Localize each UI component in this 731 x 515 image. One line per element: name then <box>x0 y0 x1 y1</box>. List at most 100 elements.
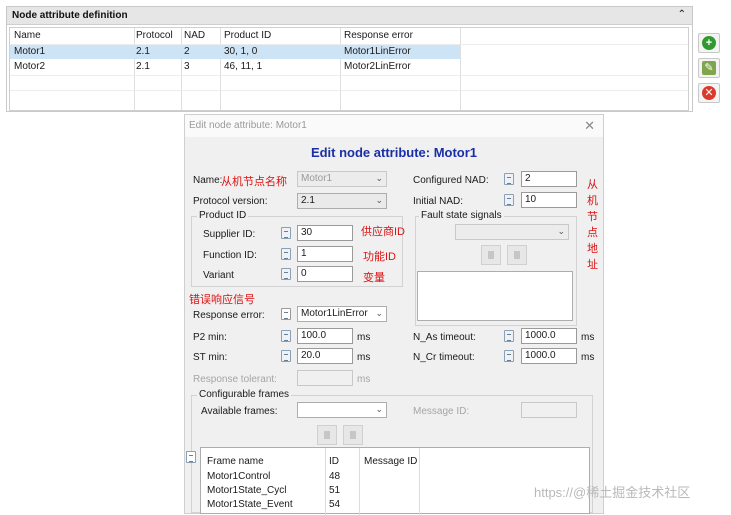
calculator-icon[interactable] <box>504 330 514 342</box>
cell-nad: 2 <box>184 46 190 57</box>
table-row[interactable]: Motor1 2.1 2 30, 1, 0 Motor1LinError <box>10 45 460 59</box>
st-min-input[interactable]: 20.0 <box>297 348 353 364</box>
remove-frame-button[interactable] <box>343 425 363 445</box>
panel-header: Node attribute definition ⌃ <box>7 7 692 25</box>
add-frame-button[interactable] <box>317 425 337 445</box>
table-row[interactable]: Motor1Control 48 <box>201 469 589 483</box>
function-annotation: 功能ID <box>363 251 396 263</box>
delete-icon: ✕ <box>702 86 716 100</box>
initial-nad-label: Initial NAD: <box>413 196 464 207</box>
edit-icon: ✎ <box>702 61 716 75</box>
message-id-input[interactable] <box>521 402 577 418</box>
configured-nad-input[interactable]: 2 <box>521 171 577 187</box>
frame-header-name[interactable]: Frame name <box>207 456 264 467</box>
protocol-select[interactable]: 2.1 ⌄ <box>297 193 387 209</box>
edit-button[interactable]: ✎ <box>698 58 720 78</box>
add-button[interactable]: + <box>698 33 720 53</box>
frame-name: Motor1Control <box>207 471 271 482</box>
n-cr-unit: ms <box>581 352 595 363</box>
cell-response-error: Motor1LinError <box>344 46 411 57</box>
response-error-select[interactable]: Motor1LinError ⌄ <box>297 306 387 322</box>
column-header-name[interactable]: Name <box>14 30 41 41</box>
table-row[interactable]: Motor1State_Cycl 51 <box>201 483 589 497</box>
dialog-heading: Edit node attribute: Motor1 <box>310 145 478 160</box>
n-cr-timeout-label: N_Cr timeout: <box>413 352 475 363</box>
message-id-label: Message ID: <box>413 406 470 417</box>
cell-name: Motor1 <box>14 46 46 57</box>
calculator-icon[interactable] <box>504 173 514 185</box>
calculator-icon[interactable] <box>281 227 291 239</box>
node-attribute-panel: Node attribute definition ⌃ Name Protoco… <box>6 6 693 112</box>
supplier-id-label: Supplier ID: <box>203 229 256 240</box>
row-divider <box>10 75 688 76</box>
frame-table: Frame name ID Message ID Motor1Control 4… <box>200 447 590 515</box>
plus-icon: + <box>702 36 716 50</box>
chevron-down-icon: ⌄ <box>557 226 565 236</box>
st-unit: ms <box>357 352 371 363</box>
response-error-label: Response error: <box>193 310 265 321</box>
frame-header-id[interactable]: ID <box>329 456 339 467</box>
p2-unit: ms <box>357 332 371 343</box>
supplier-annotation: 供应商ID <box>361 226 405 238</box>
column-header-protocol[interactable]: Protocol <box>136 30 173 41</box>
variant-input[interactable]: 0 <box>297 266 353 282</box>
dialog-titlebar: Edit node attribute: Motor1 ✕ <box>185 115 603 137</box>
n-as-timeout-input[interactable]: 1000.0 <box>521 328 577 344</box>
close-icon[interactable]: ✕ <box>584 118 595 134</box>
collapse-icon[interactable]: ⌃ <box>678 9 686 20</box>
fault-signal-list[interactable] <box>417 271 573 321</box>
calculator-icon[interactable] <box>504 194 514 206</box>
calculator-icon[interactable] <box>281 248 291 260</box>
column-divider <box>460 28 461 110</box>
name-select[interactable]: Motor1 ⌄ <box>297 171 387 187</box>
chevron-down-icon: ⌄ <box>375 404 383 414</box>
calculator-icon[interactable] <box>281 268 291 280</box>
n-cr-timeout-input[interactable]: 1000.0 <box>521 348 577 364</box>
nad-annotation: 从机节点地址 <box>587 179 598 271</box>
chevron-down-icon: ⌄ <box>375 173 383 183</box>
st-min-label: ST min: <box>193 352 228 363</box>
response-tolerant-unit: ms <box>357 374 371 385</box>
cell-protocol: 2.1 <box>136 46 150 57</box>
row-divider <box>10 90 688 91</box>
chevron-down-icon: ⌄ <box>375 308 383 318</box>
calculator-icon[interactable] <box>281 350 291 362</box>
function-id-input[interactable]: 1 <box>297 246 353 262</box>
frame-id: 54 <box>329 499 341 510</box>
initial-nad-input[interactable]: 10 <box>521 192 577 208</box>
variant-annotation: 变量 <box>363 272 385 284</box>
p2-min-input[interactable]: 100.0 <box>297 328 353 344</box>
delete-button[interactable]: ✕ <box>698 83 720 103</box>
document-icon <box>281 308 291 320</box>
column-header-nad[interactable]: NAD <box>184 30 205 41</box>
fault-signal-select[interactable]: ⌄ <box>455 224 569 240</box>
document-icon <box>186 451 196 463</box>
frame-header-message-id[interactable]: Message ID <box>364 456 417 467</box>
available-frames-select[interactable]: ⌄ <box>297 402 387 418</box>
add-fault-signal-button[interactable] <box>481 245 501 265</box>
calculator-icon[interactable] <box>504 350 514 362</box>
column-header-product-id[interactable]: Product ID <box>224 30 271 41</box>
table-row[interactable]: Motor2 2.1 3 46, 11, 1 Motor2LinError <box>10 60 460 74</box>
frame-id: 48 <box>329 471 341 482</box>
cell-product-id: 30, 1, 0 <box>224 46 258 57</box>
name-annotation: 从机节点名称 <box>221 176 287 188</box>
response-error-value: Motor1LinError <box>301 308 368 319</box>
n-as-timeout-label: N_As timeout: <box>413 332 476 343</box>
table-row[interactable]: Motor1State_Event 54 <box>201 497 589 511</box>
response-tolerant-label: Response tolerant: <box>193 374 277 385</box>
cell-nad: 3 <box>184 61 190 72</box>
frame-name: Motor1State_Cycl <box>207 485 287 496</box>
product-id-group-title: Product ID <box>197 210 249 221</box>
calculator-icon[interactable] <box>281 330 291 342</box>
frame-name: Motor1State_Event <box>207 499 293 510</box>
cell-name: Motor2 <box>14 61 46 72</box>
n-as-unit: ms <box>581 332 595 343</box>
node-attribute-table: Name Protocol NAD Product ID Response er… <box>9 27 689 111</box>
supplier-id-input[interactable]: 30 <box>297 225 353 241</box>
column-header-response-error[interactable]: Response error <box>344 30 413 41</box>
configurable-frames-title: Configurable frames <box>197 389 292 400</box>
remove-fault-signal-button[interactable] <box>507 245 527 265</box>
response-tolerant-input[interactable] <box>297 370 353 386</box>
configured-nad-label: Configured NAD: <box>413 175 489 186</box>
